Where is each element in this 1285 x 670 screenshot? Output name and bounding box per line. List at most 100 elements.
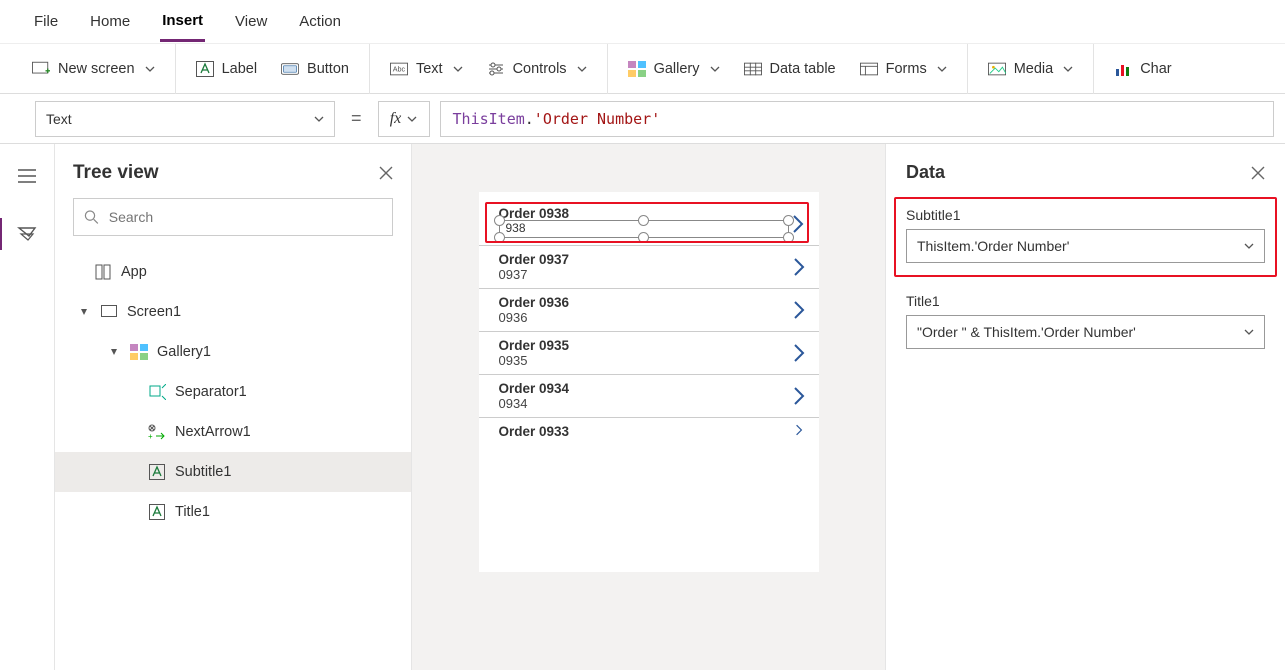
fx-button[interactable]: fx [378,101,430,137]
property-selector[interactable]: Text [35,101,335,137]
nextarrow-icon: + [147,422,167,442]
menubar: File Home Insert View Action [0,0,1285,44]
text-icon: Abc [390,60,408,78]
label-label: Label [222,61,257,77]
chevron-right-icon[interactable] [793,257,805,277]
chevron-down-icon [1063,64,1073,74]
menu-view[interactable]: View [233,3,269,40]
gallery-button[interactable]: Gallery [628,60,720,78]
datatable-label: Data table [770,61,836,77]
gallery-item-title: Order 0937 [499,252,570,267]
new-screen-button[interactable]: New screen [32,60,155,78]
gallery-item-selected[interactable]: Order 0938 938 [479,202,819,246]
button-button[interactable]: Button [281,60,349,78]
formula-input[interactable]: ThisItem.'Order Number' [440,101,1274,137]
gallery-item[interactable]: Order 09360936 [479,289,819,332]
forms-button[interactable]: Forms [860,60,947,78]
gallery-item-title: Order 0936 [499,295,570,310]
gallery-item-subtitle: 0936 [499,310,570,325]
gallery-item-title: Order 0933 [499,424,570,439]
left-rail [0,144,55,670]
chevron-right-icon[interactable] [793,300,805,320]
menu-home[interactable]: Home [88,3,132,40]
search-input[interactable] [73,198,393,236]
data-pane: Data Subtitle1 ThisItem.'Order Number' T… [885,144,1285,670]
menu-insert[interactable]: Insert [160,2,205,42]
title-field-group: Title1 "Order " & ThisItem.'Order Number… [906,293,1265,349]
gallery-item[interactable]: Order 09340934 [479,375,819,418]
chevron-right-icon[interactable] [793,386,805,406]
tree-node-gallery1[interactable]: Gallery1 [55,332,411,372]
chevron-right-icon[interactable] [793,424,805,436]
controls-button[interactable]: Controls [487,60,587,78]
collapse-icon[interactable] [109,347,121,357]
controls-icon [487,60,505,78]
chevron-down-icon [1244,327,1254,337]
tree-node-label: Subtitle1 [175,464,231,480]
menu-file[interactable]: File [32,3,60,40]
gallery-item[interactable]: Order 09350935 [479,332,819,375]
svg-text:+: + [148,432,153,440]
close-icon[interactable] [1251,166,1265,180]
app-icon [93,262,113,282]
gallery-item-title: Order 0934 [499,381,570,396]
gallery-item[interactable]: Order 0933 [479,418,819,445]
title-field-select[interactable]: "Order " & ThisItem.'Order Number' [906,315,1265,349]
canvas-area[interactable]: Order 0938 938 Order 09370937 [412,144,885,670]
charts-label: Char [1140,61,1171,77]
tree-node-label: Separator1 [175,384,247,400]
chevron-down-icon [145,64,155,74]
gallery-icon [129,342,149,362]
chevron-right-icon[interactable] [793,343,805,363]
gallery-item-title: Order 0935 [499,338,570,353]
screen-icon [32,60,50,78]
media-button[interactable]: Media [988,60,1074,78]
charts-button[interactable]: Char [1114,60,1171,78]
close-icon[interactable] [379,166,393,180]
equals-label: = [345,108,368,129]
main-area: Tree view App Screen1 Gallery1 [0,144,1285,670]
collapse-icon[interactable] [79,307,91,317]
title-field-value: "Order " & ThisItem.'Order Number' [917,324,1136,340]
button-icon [281,60,299,78]
tree-node-label: Gallery1 [157,344,211,360]
new-screen-label: New screen [58,61,135,77]
datatable-button[interactable]: Data table [744,60,836,78]
tree-view-icon[interactable] [13,220,41,248]
chart-icon [1114,60,1132,78]
hamburger-icon[interactable] [13,162,41,190]
tree-node-nextarrow1[interactable]: + NextArrow1 [55,412,411,452]
subtitle-field-select[interactable]: ThisItem.'Order Number' [906,229,1265,263]
separator-icon [147,382,167,402]
tree-nodes: App Screen1 Gallery1 Separator1 + NextAr… [55,246,411,532]
property-name: Text [46,111,72,127]
tree-node-title1[interactable]: Title1 [55,492,411,532]
tree-node-label: Screen1 [127,304,181,320]
media-label: Media [1014,61,1054,77]
gallery-item-subtitle: 0934 [499,396,570,411]
text-label: Text [416,61,443,77]
gallery-item[interactable]: Order 09370937 [479,246,819,289]
menu-action[interactable]: Action [297,3,343,40]
forms-label: Forms [886,61,927,77]
button-label: Button [307,61,349,77]
tree-node-screen1[interactable]: Screen1 [55,292,411,332]
label-button[interactable]: Label [196,60,257,78]
text-button[interactable]: Abc Text [390,60,463,78]
formula-token: 'Order Number' [534,110,660,128]
app-preview[interactable]: Order 0938 938 Order 09370937 [479,192,819,572]
tree-node-subtitle1[interactable]: Subtitle1 [55,452,411,492]
formula-token: ThisItem [453,110,525,128]
label-icon [147,502,167,522]
gallery-icon [628,60,646,78]
label-icon [147,462,167,482]
title-field-label: Title1 [906,293,1265,309]
tree-node-separator1[interactable]: Separator1 [55,372,411,412]
formula-bar: Text = fx ThisItem.'Order Number' [0,94,1285,144]
chevron-down-icon [710,64,720,74]
subtitle-field-value: ThisItem.'Order Number' [917,238,1069,254]
gallery-item-subtitle: 0937 [499,267,570,282]
tree-node-app[interactable]: App [55,252,411,292]
subtitle-field-label: Subtitle1 [906,207,1265,223]
search-field[interactable] [107,208,382,226]
